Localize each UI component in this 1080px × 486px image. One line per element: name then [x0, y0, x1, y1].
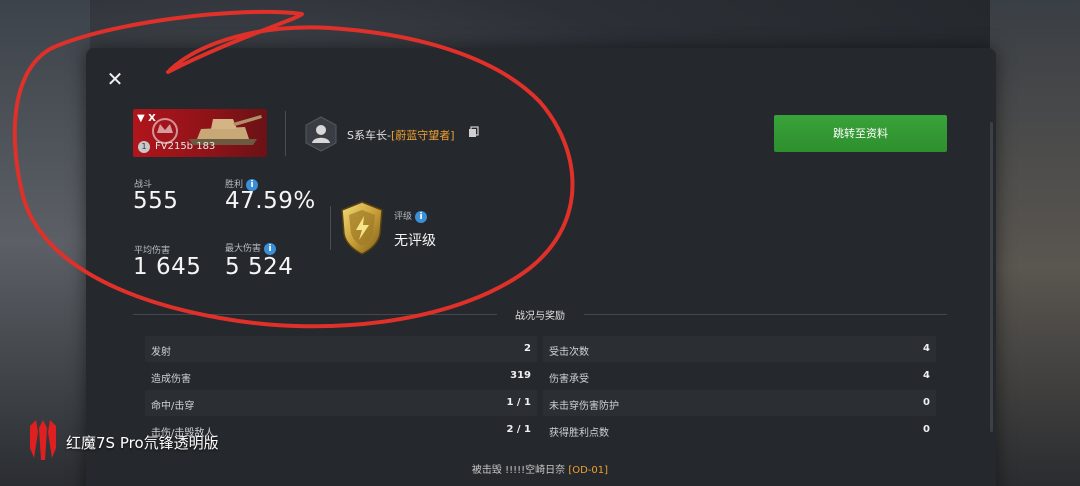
player-nickname: S系车长- [347, 129, 391, 142]
device-watermark: 红魔7S Pro氘锋透明版 [66, 434, 219, 452]
stat-row: 伤害承受 4 [543, 363, 936, 389]
stat-row: 获得胜利点数 0 [543, 417, 936, 443]
row-label: 获得胜利点数 [549, 428, 609, 439]
rank-badge: 1 [138, 141, 150, 153]
stat-row: 未击穿伤害防护 0 [543, 390, 936, 416]
rating-value: 无评级 [394, 233, 436, 249]
vehicle-card[interactable]: ▼ X 1 FV215b 183 [133, 109, 267, 157]
info-icon[interactable]: i [415, 210, 428, 223]
max-damage-value: 5 524 [225, 254, 294, 280]
battles-value: 555 [133, 188, 179, 214]
destroyed-by-line: 被击毁 !!!!!空崎日奈 [OD-01] [0, 461, 1080, 476]
row-label: 命中/击穿 [151, 401, 195, 412]
row-value: 4 [923, 343, 930, 354]
stat-row: 命中/击穿 1 / 1 [145, 390, 537, 416]
player-name: S系车长-[蔚蓝守望者] [347, 127, 455, 143]
vehicle-name: FV215b 183 [155, 141, 216, 152]
red-magic-logo-icon [30, 420, 56, 460]
row-value: 2 [524, 343, 531, 354]
row-label: 发射 [151, 347, 171, 358]
info-icon[interactable]: i [264, 242, 277, 255]
row-value: 1 / 1 [506, 397, 531, 408]
avg-damage-value: 1 645 [133, 254, 202, 280]
row-value: 319 [510, 370, 531, 381]
stat-row: 造成伤害 319 [145, 363, 537, 389]
stat-row: 发射 2 [145, 336, 537, 362]
row-value: 2 / 1 [506, 424, 531, 435]
rating-label-text: 评级 [394, 212, 413, 222]
row-label: 伤害承受 [549, 374, 589, 385]
winrate-value: 47.59% [225, 188, 316, 214]
section-divider [584, 314, 947, 315]
scrollbar[interactable] [990, 122, 993, 432]
divider [330, 206, 331, 250]
killer-name[interactable]: !!!!!空崎日奈 [505, 465, 565, 476]
rating-shield-icon [341, 201, 383, 255]
copy-icon[interactable] [468, 126, 480, 138]
background-blur-left [0, 0, 90, 486]
clan-tag[interactable]: [蔚蓝守望者] [391, 129, 455, 142]
stat-row: 受击次数 4 [543, 336, 936, 362]
row-value: 0 [923, 424, 930, 435]
rating-label: 评级 i [394, 209, 428, 223]
max-damage-label-text: 最大伤害 [225, 244, 262, 254]
destroyed-prefix: 被击毁 [471, 465, 502, 476]
go-to-profile-button[interactable]: 跳转至资料 [774, 115, 947, 152]
row-label: 造成伤害 [151, 374, 191, 385]
row-label: 受击次数 [549, 347, 589, 358]
background-blur-right [990, 0, 1080, 486]
max-damage-label: 最大伤害 i [225, 241, 277, 255]
row-label: 未击穿伤害防护 [549, 401, 619, 412]
killer-clan-tag[interactable]: [OD-01] [568, 465, 608, 476]
avatar [305, 116, 337, 152]
close-icon[interactable]: ✕ [104, 68, 126, 90]
row-value: 0 [923, 397, 930, 408]
row-value: 4 [923, 370, 930, 381]
divider [285, 111, 286, 156]
